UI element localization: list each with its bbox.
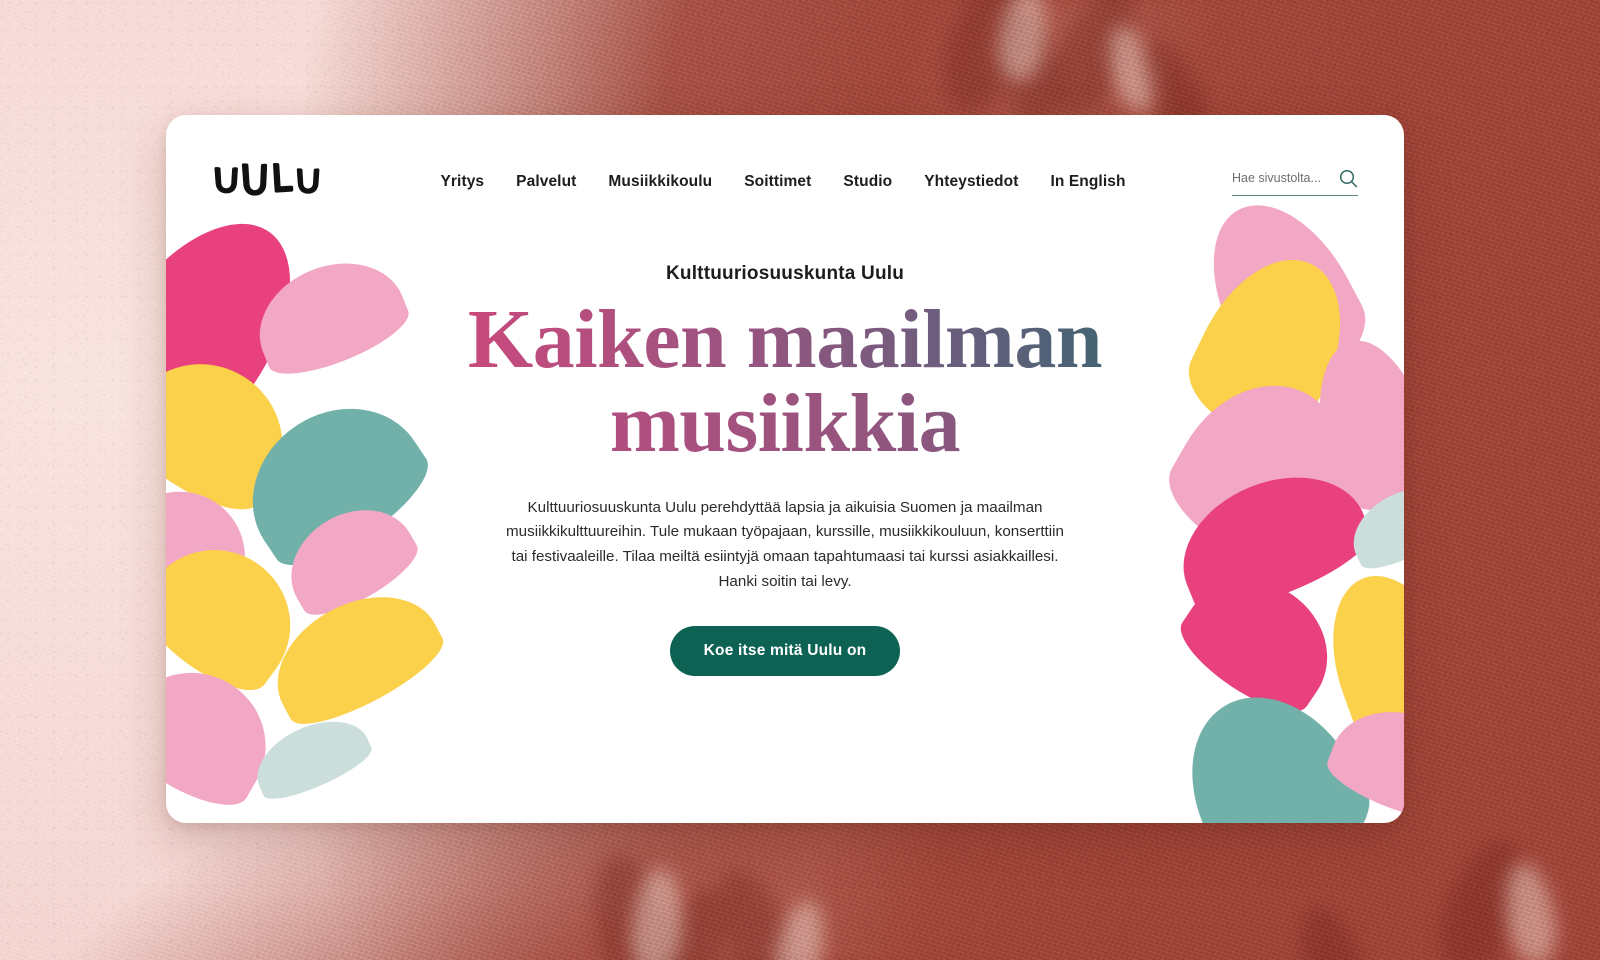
search-box[interactable]	[1232, 169, 1358, 196]
nav-link-yhteystiedot[interactable]: Yhteystiedot	[924, 173, 1018, 191]
main-navigation: Yritys Palvelut Musiikkikoulu Soittimet Stud…	[344, 173, 1222, 191]
website-card: Yritys Palvelut Musiikkikoulu Soittimet Stud…	[166, 115, 1404, 823]
hero-eyebrow: Kulttuuriosuuskunta Uulu	[665, 263, 905, 284]
hero-headline-line-1: Kaiken maailman	[166, 297, 1404, 381]
petal-teal-2	[1156, 665, 1388, 823]
logo-uulu[interactable]	[212, 161, 326, 203]
hero-headline-line-2: musiikkia	[166, 382, 1404, 466]
hero-section: Kulttuuriosuuskunta Uulu Kaiken maailman…	[166, 219, 1404, 677]
hero-paragraph: Kulttuuriosuuskunta Uulu perehdyttää lap…	[506, 498, 1064, 590]
uulu-wordmark-icon	[214, 163, 320, 196]
nav-link-palvelut[interactable]: Palvelut	[516, 173, 576, 191]
nav-link-musiikkikoulu[interactable]: Musiikkikoulu	[608, 173, 712, 191]
hero-cta-button[interactable]: Koe itse mitä Uulu on	[669, 626, 901, 677]
screenshot-stage: Yritys Palvelut Musiikkikoulu Soittimet Stud…	[0, 0, 1600, 960]
site-header: Yritys Palvelut Musiikkikoulu Soittimet Stud…	[166, 115, 1404, 219]
hero-headline: Kaiken maailman musiikkia	[166, 297, 1404, 466]
nav-link-yritys[interactable]: Yritys	[440, 173, 484, 191]
petal-light-pink-8	[1320, 692, 1404, 823]
nav-link-studio[interactable]: Studio	[843, 173, 892, 191]
nav-link-in-english[interactable]: In English	[1050, 173, 1125, 191]
search-input[interactable]	[1232, 171, 1328, 185]
nav-link-soittimet[interactable]: Soittimet	[744, 173, 811, 191]
petal-pale-blue-1	[244, 705, 378, 809]
hero-cta-wrapper: Koe itse mitä Uulu on	[166, 626, 1404, 677]
search-icon[interactable]	[1339, 169, 1358, 188]
